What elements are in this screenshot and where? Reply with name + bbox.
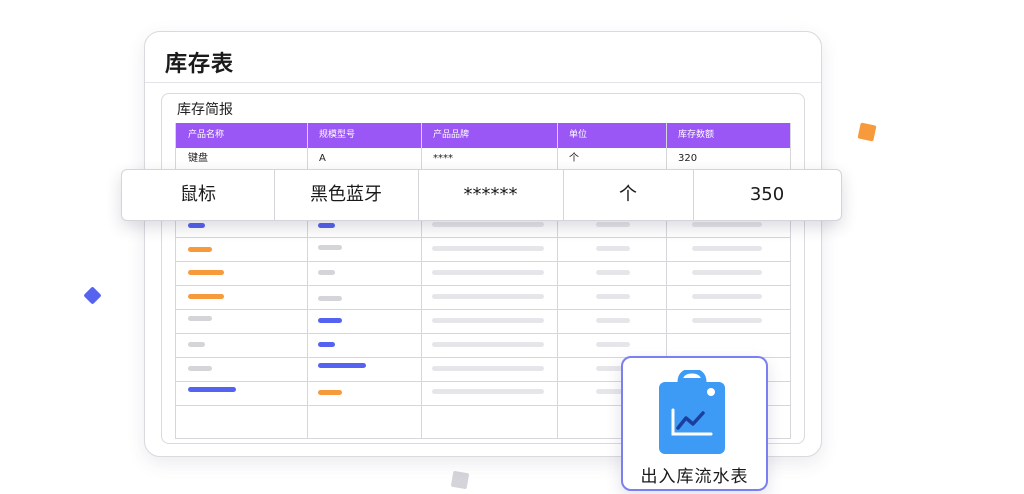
cell-unit: 个 <box>569 153 579 164</box>
placeholder-bar <box>432 246 544 251</box>
row-divider <box>176 285 790 286</box>
page-title: 库存表 <box>165 52 235 77</box>
placeholder-bar <box>692 318 762 323</box>
blue-confetti-shape <box>83 286 102 305</box>
table-header: 产品名称 规模型号 产品品牌 单位 库存数额 <box>176 123 790 148</box>
placeholder-bar <box>692 270 762 275</box>
placeholder-bar <box>596 318 630 323</box>
placeholder-bar <box>432 389 544 394</box>
row-divider <box>176 309 790 310</box>
placeholder-bar <box>596 222 630 227</box>
placeholder-bar <box>188 366 212 371</box>
cell-stock: 320 <box>678 153 698 164</box>
placeholder-bar <box>692 294 762 299</box>
cell-model: A <box>319 153 326 164</box>
placeholder-bar <box>318 318 342 323</box>
placeholder-bar <box>432 222 544 227</box>
row-model: 黑色蓝牙 <box>310 184 382 205</box>
cell-brand: **** <box>433 153 453 164</box>
clipboard-chart-icon <box>659 370 725 454</box>
placeholder-bar <box>432 270 544 275</box>
row-unit: 个 <box>619 184 637 205</box>
placeholder-bar <box>188 316 212 321</box>
placeholder-bar <box>188 294 224 299</box>
header-brand[interactable]: 产品品牌 <box>421 123 557 148</box>
placeholder-bar <box>692 246 762 251</box>
header-unit[interactable]: 单位 <box>557 123 666 148</box>
placeholder-bar <box>596 246 630 251</box>
placeholder-bar <box>188 270 224 275</box>
placeholder-bar <box>596 270 630 275</box>
row-stock: 350 <box>749 184 785 205</box>
table-row[interactable]: 键盘 A **** 个 320 <box>176 148 790 171</box>
row-product-name: 鼠标 <box>180 184 216 205</box>
placeholder-bar <box>432 318 544 323</box>
placeholder-bar <box>432 342 544 347</box>
placeholder-bar <box>318 223 335 228</box>
placeholder-bar <box>188 342 205 347</box>
placeholder-bar <box>318 363 366 368</box>
header-stock[interactable]: 库存数额 <box>666 123 790 148</box>
placeholder-bar <box>318 245 342 250</box>
placeholder-bar <box>318 390 342 395</box>
row-divider <box>176 261 790 262</box>
placeholder-bar <box>432 294 544 299</box>
flow-card-label: 出入库流水表 <box>640 467 749 487</box>
placeholder-bar <box>596 342 630 347</box>
report-title: 库存简报 <box>177 102 233 118</box>
placeholder-bar <box>188 247 212 252</box>
header-model[interactable]: 规模型号 <box>307 123 421 148</box>
placeholder-bar <box>188 387 236 392</box>
highlighted-table-row[interactable]: 鼠标 黑色蓝牙 ****** 个 350 <box>121 169 842 221</box>
placeholder-bar <box>432 366 544 371</box>
placeholder-bar <box>318 296 342 301</box>
row-brand: ****** <box>463 184 518 205</box>
placeholder-bar <box>692 222 762 227</box>
placeholder-bar <box>188 223 205 228</box>
row-divider <box>176 237 790 238</box>
orange-confetti-shape <box>857 122 877 142</box>
row-divider <box>176 333 790 334</box>
title-divider <box>145 82 821 83</box>
placeholder-bar <box>318 270 335 275</box>
gray-confetti-shape <box>450 470 470 490</box>
header-product-name[interactable]: 产品名称 <box>176 123 307 148</box>
placeholder-bar <box>318 342 335 347</box>
stock-flow-record-card[interactable]: 出入库流水表 <box>621 356 768 491</box>
cell-product-name: 键盘 <box>188 153 208 164</box>
placeholder-bar <box>596 294 630 299</box>
